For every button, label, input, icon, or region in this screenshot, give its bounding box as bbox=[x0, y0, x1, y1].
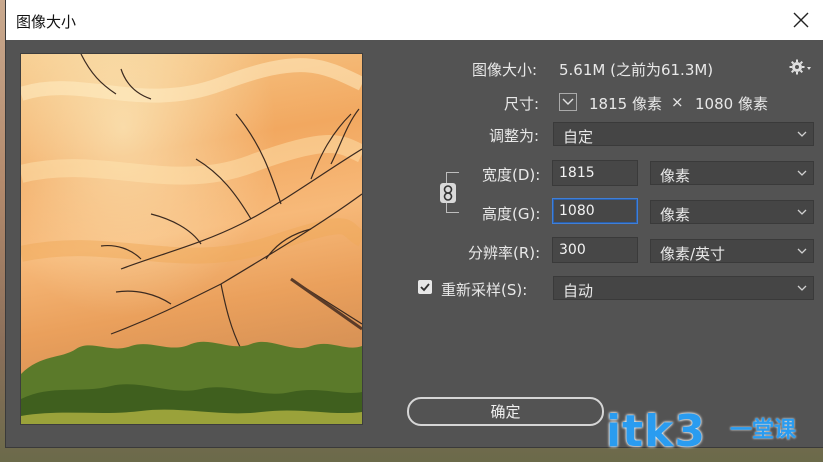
settings-button[interactable] bbox=[789, 58, 813, 76]
watermark-sub: 一堂课 bbox=[730, 418, 797, 443]
gear-icon bbox=[789, 59, 811, 75]
fit-to-label: 调整为: bbox=[489, 127, 540, 145]
checkmark-icon bbox=[420, 283, 430, 292]
resolution-unit-value: 像素/英寸 bbox=[660, 245, 726, 263]
resample-label: 重新采样(S): bbox=[441, 281, 528, 299]
height-unit-select[interactable]: 像素 bbox=[650, 200, 814, 224]
resolution-label: 分辨率(R): bbox=[468, 244, 541, 262]
image-size-value: 5.61M (之前为61.3M) bbox=[559, 61, 714, 79]
height-input[interactable] bbox=[552, 198, 638, 224]
image-preview[interactable] bbox=[20, 53, 363, 425]
link-icon bbox=[443, 185, 453, 201]
resample-checkbox[interactable] bbox=[418, 280, 432, 294]
title-bar: 图像大小 bbox=[6, 0, 823, 40]
chevron-down-icon bbox=[562, 98, 574, 105]
height-unit-value: 像素 bbox=[660, 206, 691, 224]
image-size-dialog: 图像大小 图像大小: 5.61M (之前为61.3M) 尺寸: 1815 像素 … bbox=[6, 0, 823, 447]
chevron-down-icon bbox=[797, 209, 807, 215]
chevron-down-icon bbox=[797, 248, 807, 254]
watermark-main: itk3 bbox=[606, 406, 706, 457]
height-label: 高度(G): bbox=[482, 205, 541, 223]
width-input[interactable] bbox=[552, 160, 638, 186]
resolution-input[interactable] bbox=[552, 237, 638, 263]
close-button[interactable] bbox=[787, 6, 815, 34]
image-size-label: 图像大小: bbox=[472, 61, 538, 79]
window-title: 图像大小 bbox=[16, 13, 77, 31]
width-unit-value: 像素 bbox=[660, 167, 691, 185]
preview-picture bbox=[21, 54, 362, 424]
dimensions-width: 1815 像素 bbox=[589, 95, 662, 113]
resample-select[interactable]: 自动 bbox=[553, 276, 814, 300]
fit-to-value: 自定 bbox=[563, 128, 594, 146]
constrain-proportions-button[interactable] bbox=[440, 183, 456, 203]
chevron-down-icon bbox=[797, 170, 807, 176]
dimensions-toggle[interactable] bbox=[559, 93, 577, 111]
chevron-down-icon bbox=[797, 285, 807, 291]
width-label: 宽度(D): bbox=[482, 166, 541, 184]
close-icon bbox=[793, 12, 809, 28]
fit-to-select[interactable]: 自定 bbox=[553, 122, 814, 146]
dimensions-height: 1080 像素 bbox=[695, 95, 768, 113]
dimensions-label: 尺寸: bbox=[504, 95, 540, 113]
watermark: itk3 一堂课 bbox=[606, 404, 806, 460]
resolution-unit-select[interactable]: 像素/英寸 bbox=[650, 239, 814, 263]
resample-value: 自动 bbox=[563, 282, 594, 300]
width-unit-select[interactable]: 像素 bbox=[650, 161, 814, 185]
ok-button[interactable]: 确定 bbox=[407, 397, 604, 426]
chevron-down-icon bbox=[797, 131, 807, 137]
dimensions-times: × bbox=[671, 93, 684, 111]
